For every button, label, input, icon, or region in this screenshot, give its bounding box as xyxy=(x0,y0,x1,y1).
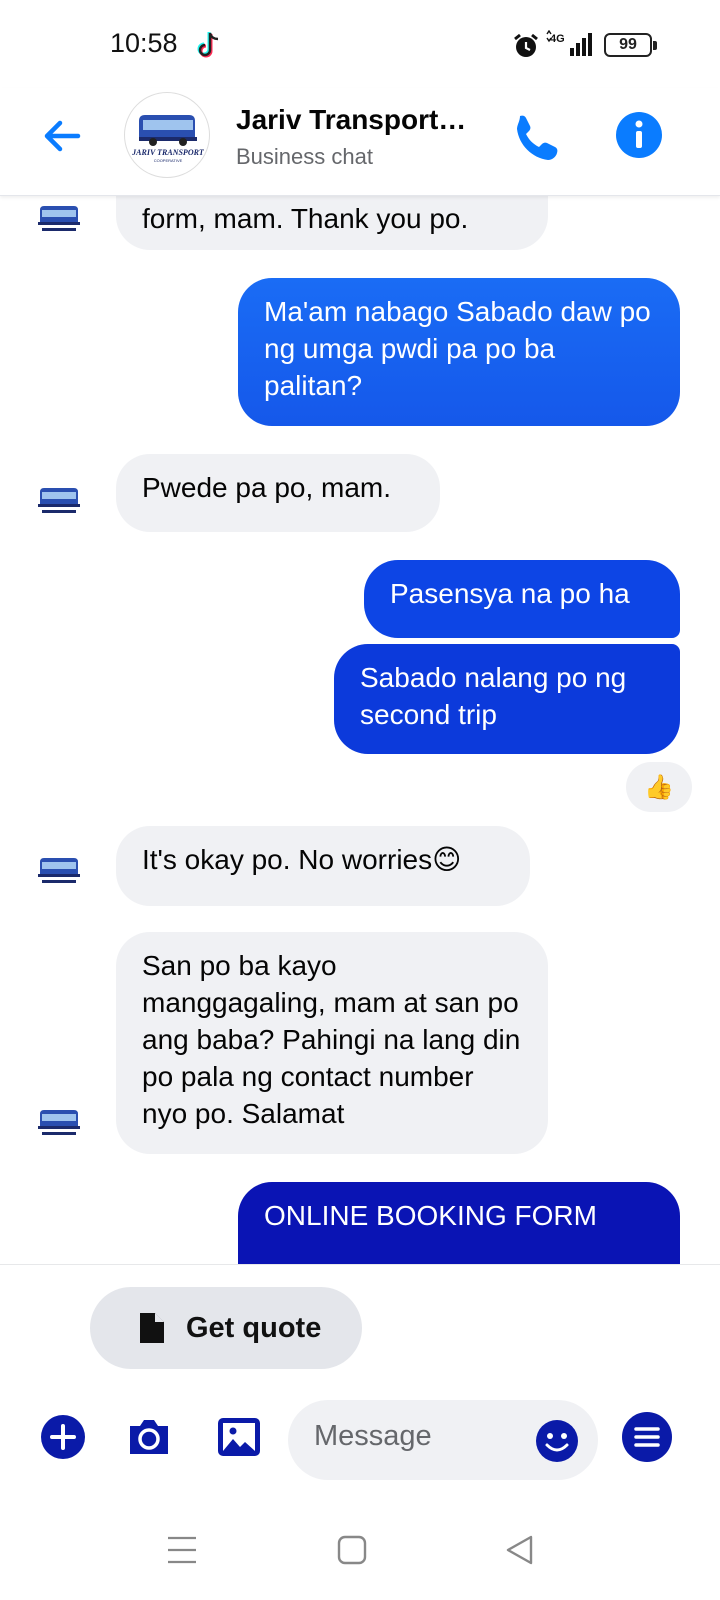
business-avatar[interactable]: JARIV TRANSPORT COOPERATIVE xyxy=(124,92,210,178)
battery-icon: 99 xyxy=(604,33,657,57)
recent-apps-icon[interactable] xyxy=(164,1532,200,1568)
thumbs-up-reaction[interactable]: 👍 xyxy=(626,762,692,812)
message-bubble-outgoing[interactable]: Ma'am nabago Sabado daw po ng umga pwdi … xyxy=(238,278,680,426)
message-bubble-incoming[interactable]: form, mam. Thank you po. xyxy=(116,196,548,250)
message-text: Pwede pa po, mam. xyxy=(142,472,392,503)
reaction-emoji: 👍 xyxy=(644,773,674,801)
gallery-icon[interactable] xyxy=(214,1412,264,1462)
camera-icon[interactable] xyxy=(124,1412,174,1462)
message-text: San po ba kayo manggagaling, mam at san … xyxy=(142,950,521,1129)
alarm-icon xyxy=(514,33,538,57)
emoji-icon[interactable] xyxy=(534,1418,580,1464)
message-field[interactable] xyxy=(288,1400,598,1480)
message-text: Pasensya na po ha xyxy=(390,578,630,609)
tiktok-icon xyxy=(197,32,219,58)
network-label: 4G xyxy=(550,33,565,45)
message-bubble-outgoing[interactable]: ONLINE BOOKING FORM xyxy=(238,1182,680,1264)
chat-header: JARIV TRANSPORT COOPERATIVE Jariv Transp… xyxy=(0,88,720,196)
chat-title[interactable]: Jariv Transport… xyxy=(236,104,466,136)
phone-call-icon[interactable] xyxy=(506,110,558,162)
message-bubble-incoming[interactable]: It's okay po. No worries😊 xyxy=(116,826,530,906)
message-text: Sabado nalang po ng second trip xyxy=(360,662,627,730)
message-text: ONLINE BOOKING FORM xyxy=(264,1200,597,1231)
document-icon xyxy=(140,1313,164,1343)
bus-logo-icon: JARIV TRANSPORT COOPERATIVE xyxy=(131,115,205,163)
business-avatar-small xyxy=(38,488,80,513)
avatar-sub-text: COOPERATIVE xyxy=(154,158,183,163)
message-bubble-outgoing[interactable]: Pasensya na po ha xyxy=(364,560,680,638)
info-icon[interactable] xyxy=(614,110,664,160)
message-bubble-incoming[interactable]: Pwede pa po, mam. xyxy=(116,454,440,532)
chat-thread[interactable]: form, mam. Thank you po. Ma'am nabago Sa… xyxy=(0,196,720,1264)
back-arrow-icon[interactable] xyxy=(38,112,86,160)
system-nav-bar xyxy=(0,1506,720,1600)
message-input[interactable] xyxy=(314,1420,514,1453)
avatar-brand-text: JARIV TRANSPORT xyxy=(131,148,205,157)
get-quote-label: Get quote xyxy=(186,1311,322,1344)
chat-subtitle: Business chat xyxy=(236,144,373,169)
message-text: form, mam. Thank you po. xyxy=(142,203,469,234)
get-quote-button[interactable]: Get quote xyxy=(90,1287,362,1369)
business-avatar-small xyxy=(38,858,80,883)
message-bubble-outgoing[interactable]: Sabado nalang po ng second trip xyxy=(334,644,680,754)
smiling-emoji: 😊 xyxy=(432,844,462,875)
quick-reply-bar: Get quote xyxy=(0,1264,720,1369)
business-avatar-small xyxy=(38,206,80,231)
signal-icon: 4G xyxy=(546,30,592,56)
back-nav-icon[interactable] xyxy=(502,1532,538,1568)
message-text: It's okay po. No worries xyxy=(142,844,433,875)
message-bubble-incoming[interactable]: San po ba kayo manggagaling, mam at san … xyxy=(116,932,548,1154)
battery-level: 99 xyxy=(619,36,637,53)
status-time: 10:58 xyxy=(110,28,178,58)
business-avatar-small xyxy=(38,1110,80,1135)
home-icon[interactable] xyxy=(334,1532,370,1568)
message-composer xyxy=(0,1390,720,1490)
menu-icon[interactable] xyxy=(620,1410,674,1464)
status-bar: 10:58 4G 99 xyxy=(0,0,720,88)
plus-icon[interactable] xyxy=(38,1412,88,1462)
message-text: Ma'am nabago Sabado daw po ng umga pwdi … xyxy=(264,296,651,401)
